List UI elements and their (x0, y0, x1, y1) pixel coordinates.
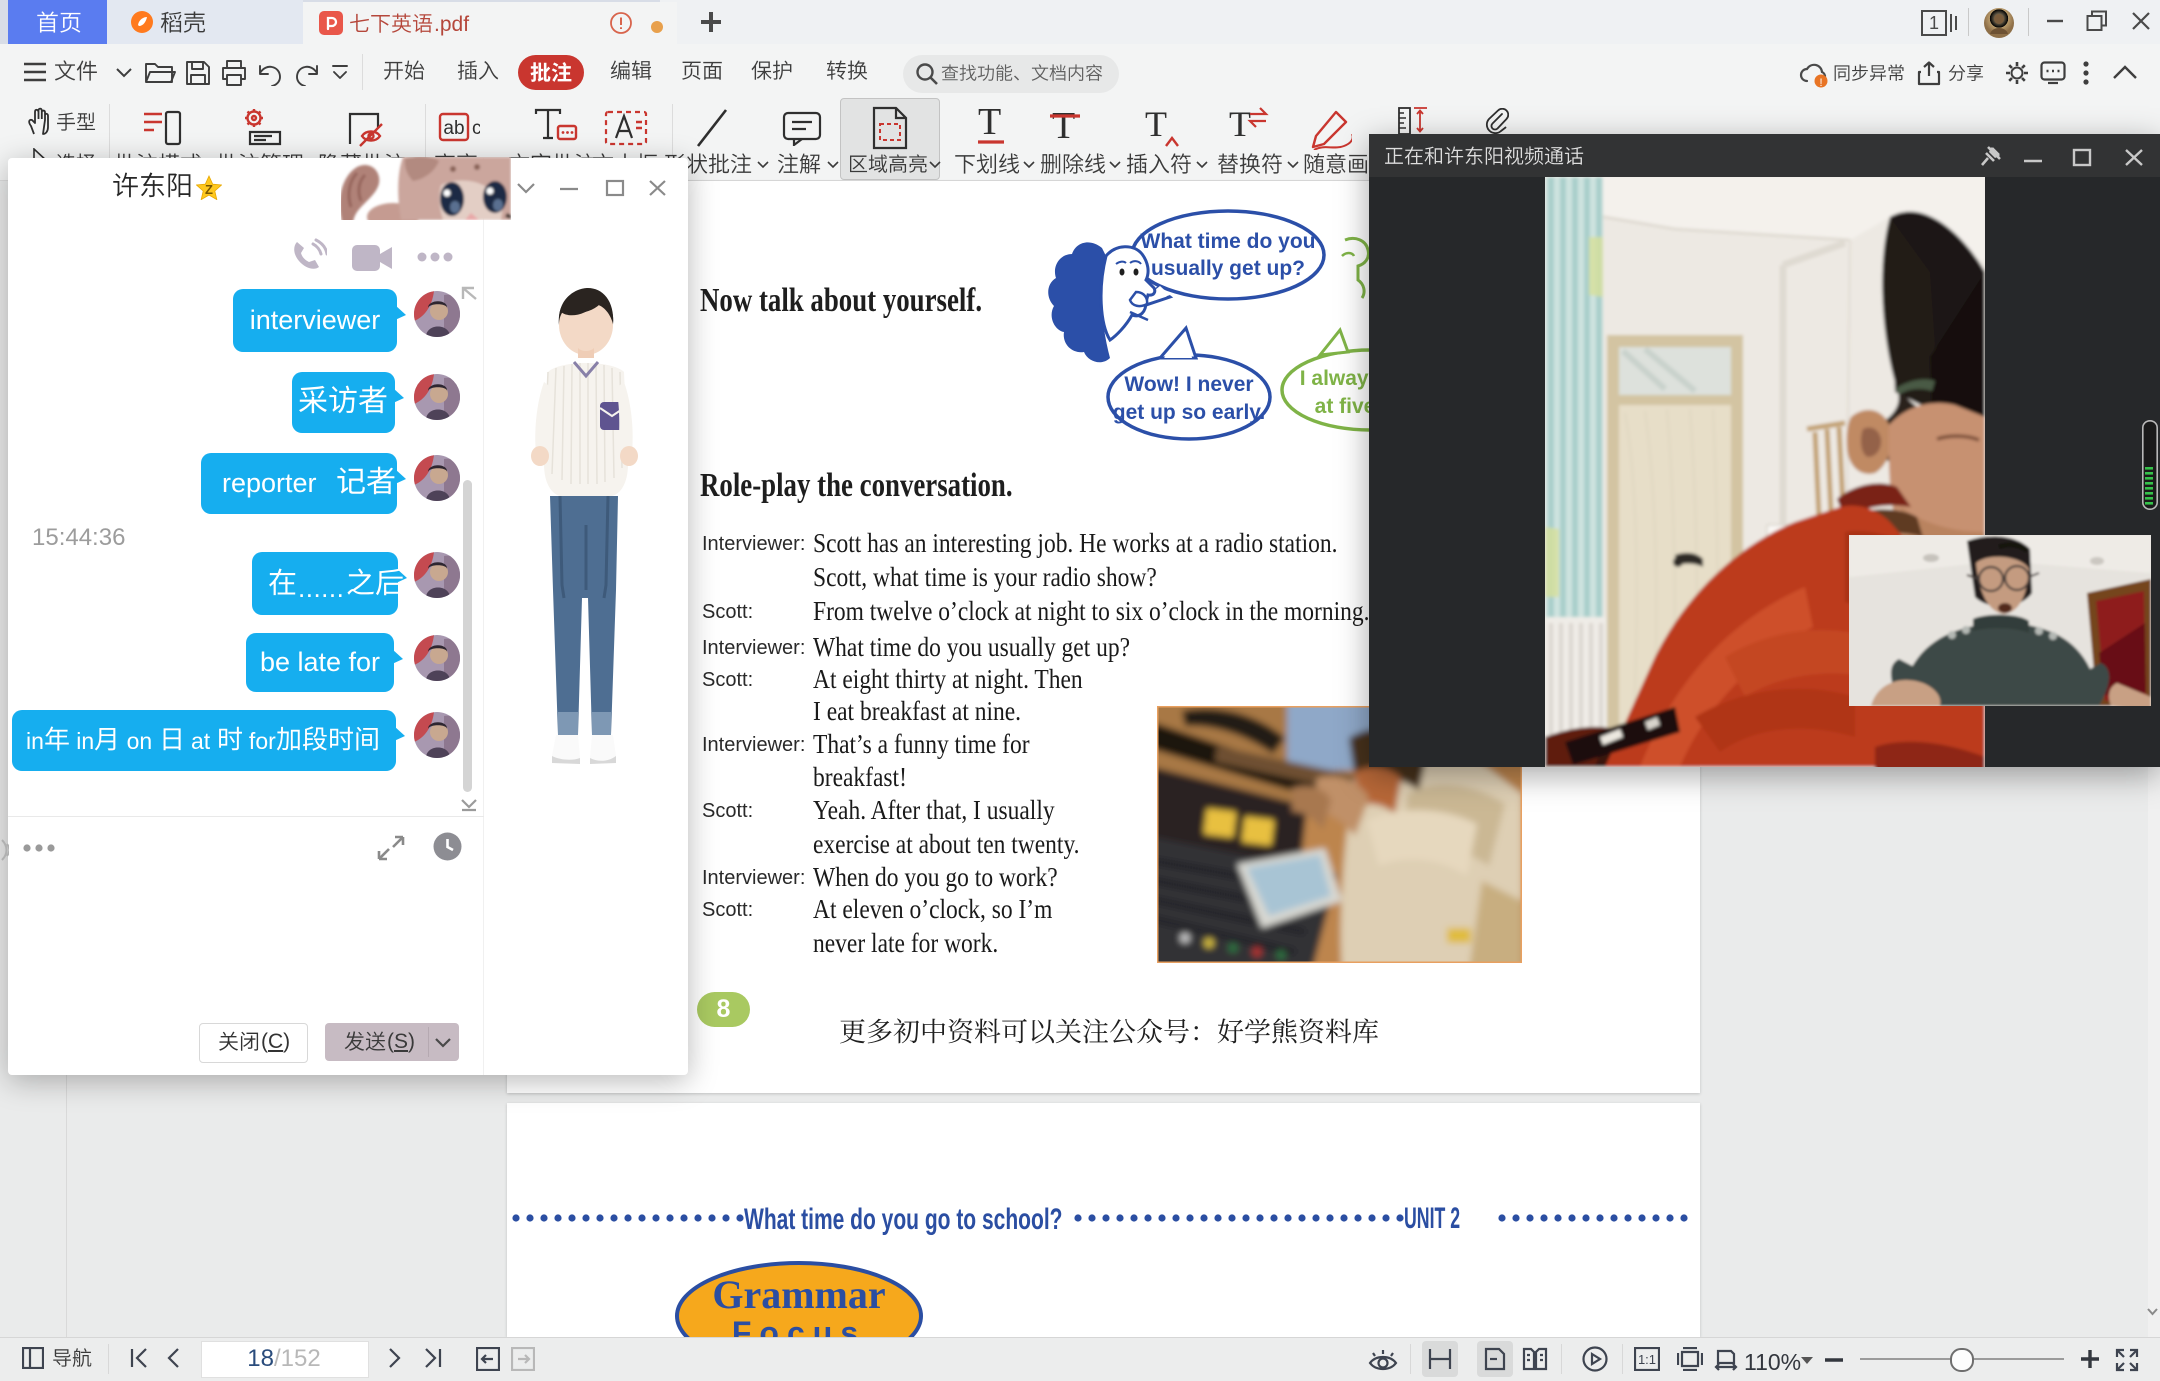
svg-text:T: T (1229, 106, 1251, 144)
svg-text:Wow! I never: Wow! I never (1124, 373, 1253, 396)
svg-text:!: ! (1819, 77, 1822, 88)
svg-text:1: 1 (1929, 13, 1939, 33)
svg-text:I always: I always (1300, 367, 1370, 390)
svg-text:T: T (1145, 106, 1167, 144)
svg-text:at five: at five (1315, 395, 1370, 418)
svg-text:What time do you: What time do you (1141, 230, 1316, 253)
svg-text:T: T (978, 104, 1001, 143)
svg-text:Focus: Focus (732, 1315, 866, 1337)
svg-text:1:1: 1:1 (1638, 1352, 1656, 1367)
svg-text:Grammar: Grammar (712, 1272, 885, 1317)
svg-text:c: c (472, 118, 480, 139)
svg-text:Z: Z (205, 182, 213, 197)
svg-text:T: T (1052, 105, 1075, 147)
svg-text:usually get up?: usually get up? (1151, 257, 1305, 280)
svg-text:get up so early.: get up so early. (1113, 401, 1266, 424)
svg-text:ab: ab (443, 118, 464, 139)
